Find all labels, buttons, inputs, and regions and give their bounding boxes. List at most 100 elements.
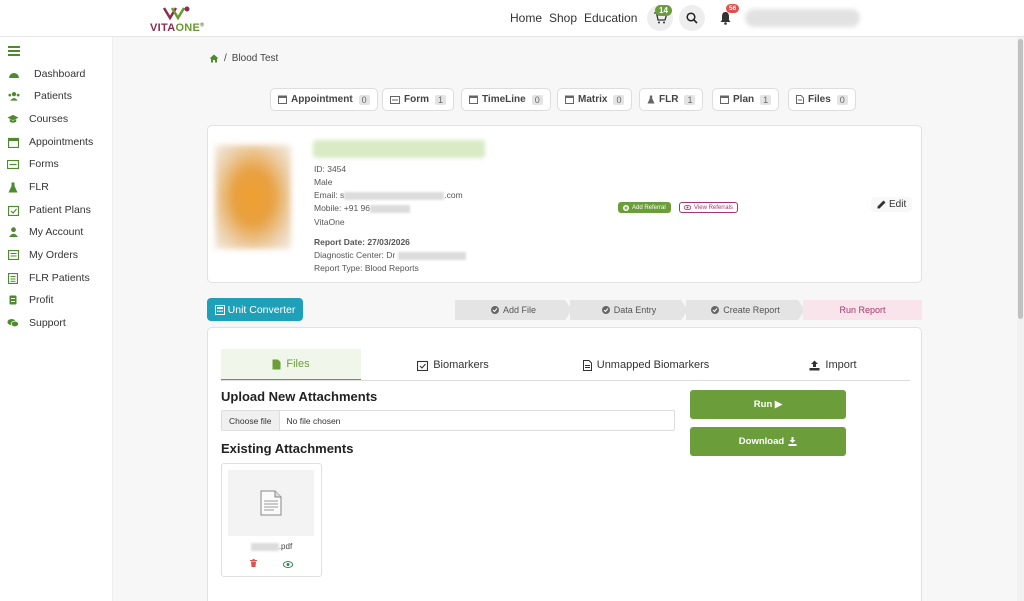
money-icon	[7, 295, 19, 306]
patient-company: VitaOne	[314, 217, 345, 227]
trash-icon	[250, 559, 257, 567]
attachment-thumbnail[interactable]	[228, 470, 314, 536]
sidebar-item-profit[interactable]: Profit	[7, 293, 54, 307]
search-button[interactable]	[679, 5, 705, 31]
sidebar-item-my-orders[interactable]: My Orders	[7, 248, 78, 262]
nav-education[interactable]: Education	[584, 11, 637, 25]
sidebar-item-label: FLR	[29, 181, 49, 193]
bell-icon	[720, 12, 731, 25]
step-create-report[interactable]: Create Report	[686, 300, 805, 320]
step-data-entry[interactable]: Data Entry	[570, 300, 688, 320]
sidebar-item-label: Dashboard	[34, 68, 86, 80]
patient-name	[313, 140, 485, 158]
file-upload-input[interactable]: Choose file No file chosen	[221, 410, 675, 431]
user-icon	[7, 227, 19, 238]
diagnostic-center: Diagnostic Center: Dr	[314, 250, 466, 260]
search-icon	[686, 12, 698, 24]
sidebar-item-flr[interactable]: FLR	[7, 180, 49, 194]
sidebar-item-appointments[interactable]: Appointments	[7, 135, 93, 149]
view-attachment-button[interactable]	[282, 559, 294, 571]
subtab-files[interactable]: Files	[221, 349, 361, 381]
delete-attachment-button[interactable]	[250, 558, 257, 570]
edit-button[interactable]: Edit	[871, 197, 913, 212]
subtab-unmapped-biomarkers[interactable]: Unmapped Biomarkers	[566, 349, 726, 381]
tab-count: 0	[531, 94, 543, 105]
sidebar-item-forms[interactable]: Forms	[7, 157, 59, 171]
list-icon	[7, 272, 19, 284]
nav-shop[interactable]: Shop	[549, 11, 577, 25]
patient-id: ID: 3454	[314, 164, 347, 174]
tab-flr[interactable]: FLR 1	[639, 88, 704, 111]
sidebar-item-label: Profit	[29, 294, 54, 306]
patient-photo	[215, 145, 291, 249]
tab-count: 0	[836, 94, 848, 105]
flask-icon	[647, 95, 655, 104]
sidebar-item-label: FLR Patients	[29, 272, 90, 284]
patient-card: ID: 3454 Male Email: s .com Mobile: +91 9…	[207, 125, 922, 283]
tab-divider	[221, 380, 910, 381]
menu-toggle-button[interactable]	[8, 44, 20, 59]
tab-count: 0	[358, 94, 370, 105]
tab-timeline[interactable]: TimeLine 0	[461, 88, 551, 111]
tab-appointment[interactable]: Appointment 0	[270, 88, 378, 111]
attachment-card: .pdf	[221, 463, 322, 577]
plus-circle-icon	[623, 204, 629, 211]
run-button[interactable]: Run ▶	[690, 390, 846, 419]
home-icon[interactable]	[209, 54, 219, 63]
sidebar: Dashboard Patients Courses Appointments …	[0, 37, 113, 601]
notifications-button[interactable]	[719, 11, 732, 28]
tab-form[interactable]: Form 1	[382, 88, 455, 111]
tab-count: 1	[760, 94, 772, 105]
sidebar-item-label: Forms	[29, 158, 59, 170]
sidebar-item-patient-plans[interactable]: Patient Plans	[7, 203, 91, 217]
top-bar: VITAONE® Home Shop Education 14 56	[0, 0, 1024, 37]
tab-label: Appointment	[291, 94, 353, 105]
choose-file-button[interactable]: Choose file	[222, 411, 280, 430]
view-referrals-button[interactable]: View Referrals	[679, 202, 738, 213]
graduation-cap-icon	[7, 114, 19, 125]
file-status-text: No file chosen	[286, 415, 341, 426]
user-menu[interactable]	[745, 9, 860, 27]
notification-count-badge: 56	[726, 4, 740, 13]
scrollbar-thumb[interactable]	[1018, 39, 1023, 319]
patient-gender: Male	[314, 177, 333, 187]
sidebar-item-flr-patients[interactable]: FLR Patients	[7, 271, 90, 285]
calendar-icon	[7, 137, 19, 148]
download-button[interactable]: Download	[690, 427, 846, 456]
vitaone-logo[interactable]: VITAONE®	[150, 5, 210, 34]
pencil-icon	[877, 200, 886, 209]
sidebar-item-my-account[interactable]: My Account	[7, 225, 83, 239]
calendar-check-icon	[7, 205, 19, 216]
sidebar-item-label: Courses	[29, 113, 69, 125]
file-icon	[796, 95, 804, 104]
tab-label: Files	[808, 94, 831, 105]
unit-converter-button[interactable]: Unit Converter	[207, 298, 303, 321]
cart-count-badge: 14	[655, 5, 672, 16]
calendar-icon	[720, 95, 729, 104]
sidebar-item-support[interactable]: Support	[7, 316, 66, 330]
subtab-biomarkers[interactable]: Biomarkers	[383, 349, 523, 381]
tab-files[interactable]: Files 0	[788, 88, 856, 111]
tab-matrix[interactable]: Matrix 0	[557, 88, 633, 111]
users-icon	[8, 91, 20, 102]
sidebar-item-courses[interactable]: Courses	[7, 112, 68, 126]
nav-home[interactable]: Home	[510, 11, 542, 25]
report-date: Report Date: 27/03/2026	[314, 237, 410, 247]
tab-label: TimeLine	[482, 94, 526, 105]
step-add-file[interactable]: Add File	[455, 300, 572, 320]
step-run-report[interactable]: Run Report	[803, 300, 922, 320]
attachment-filename: .pdf	[222, 542, 321, 551]
tab-plan[interactable]: Plan 1	[712, 88, 780, 111]
subtab-import[interactable]: Import	[768, 349, 898, 381]
add-referral-button[interactable]: Add Referral	[618, 202, 671, 213]
breadcrumb-current: Blood Test	[231, 53, 279, 64]
report-type: Report Type: Blood Reports	[314, 263, 419, 273]
sidebar-item-patients[interactable]: Patients	[8, 89, 72, 103]
sidebar-item-dashboard[interactable]: Dashboard	[8, 67, 85, 81]
calculator-icon	[214, 304, 225, 315]
tab-count: 0	[613, 94, 625, 105]
page-scrollbar[interactable]	[1017, 37, 1024, 601]
patient-email: Email: s .com	[314, 190, 463, 200]
comments-icon	[7, 318, 19, 329]
check-circle-icon	[491, 306, 499, 314]
